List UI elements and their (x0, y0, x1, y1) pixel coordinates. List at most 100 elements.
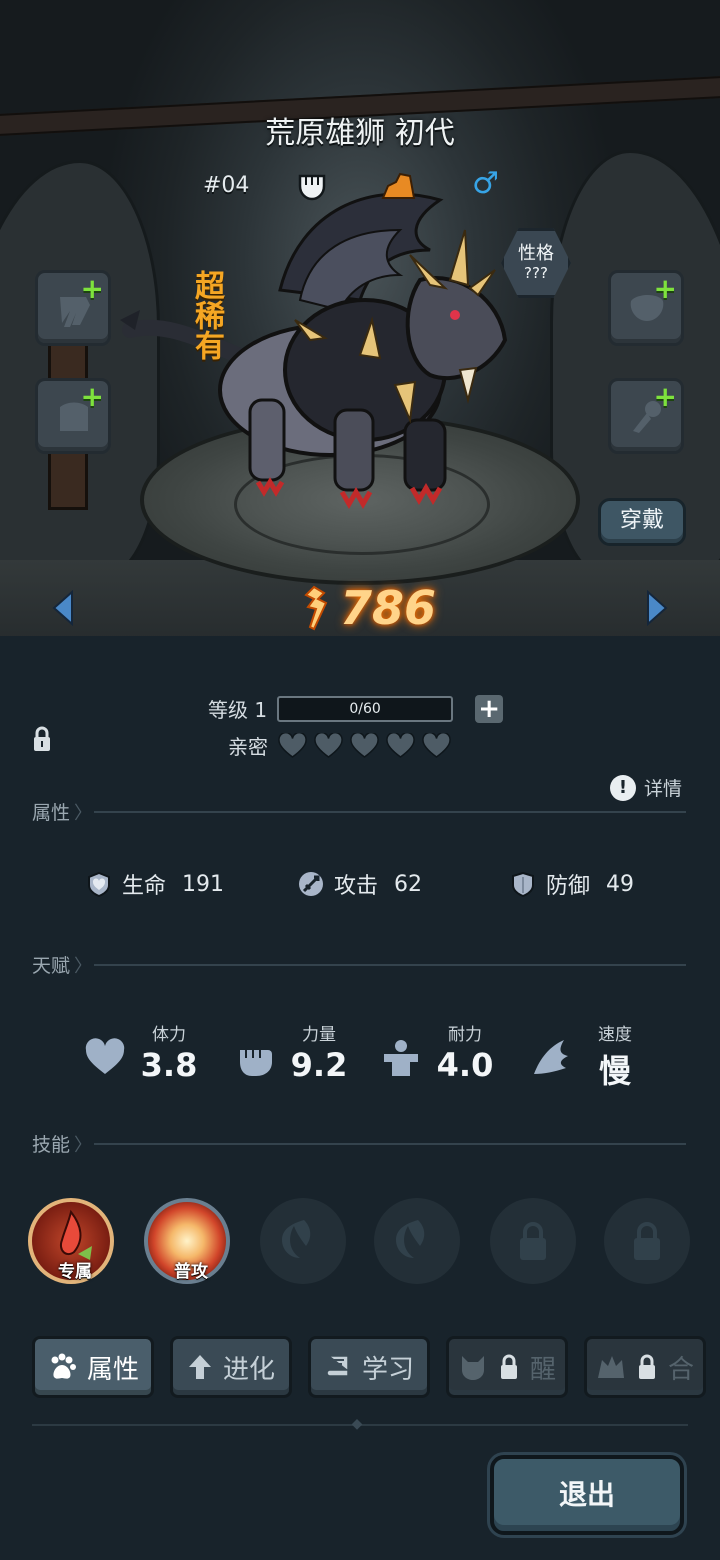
heart-icon (314, 732, 343, 758)
section-attributes: 属性 〉 (32, 798, 686, 825)
bottom-tabs: 属性 进化 学习 醒 合 (32, 1336, 708, 1398)
beast-head-icon (461, 1356, 484, 1380)
skill-slot-empty-1[interactable] (260, 1198, 346, 1284)
equip-plus-icon: + (80, 272, 104, 305)
chevron-right-icon: 〉 (74, 1134, 93, 1156)
xp-bar: 0/60 (277, 695, 454, 722)
tab-evolve-label: 进化 (222, 1354, 275, 1385)
stat-attack-value: 62 (394, 871, 423, 897)
fusion-icon (597, 1356, 624, 1378)
equip-plus-icon: + (80, 380, 104, 413)
equip-slot-claw[interactable]: + (35, 270, 111, 346)
stat-hp-label: 生命 (122, 874, 167, 899)
tab-fuse-locked[interactable]: 合 (584, 1336, 706, 1398)
tab-learn-label: 学习 (361, 1354, 414, 1385)
tab-learn[interactable]: 学习 (308, 1336, 430, 1398)
stat-defense: 防御 49 (510, 868, 634, 900)
talent-endurance-value: 4.0 (436, 1046, 494, 1084)
skill-slot-locked-1[interactable] (490, 1198, 576, 1284)
skill-exclusive[interactable]: 专属 (28, 1198, 114, 1284)
stat-attack: 攻击 62 (298, 868, 422, 900)
talent-speed-value: 慢 (598, 1052, 631, 1090)
sword-icon (299, 872, 323, 896)
paw-icon (51, 1353, 76, 1379)
level-row: 等级 1 0/60 + (208, 694, 504, 723)
talent-strength-label: 力量 (302, 1025, 336, 1045)
arrow-up-icon (188, 1355, 211, 1379)
tab-awaken-locked[interactable]: 醒 (446, 1336, 568, 1398)
shield-icon (512, 871, 534, 897)
intimacy-hearts (278, 732, 451, 759)
talent-stamina-label: 体力 (152, 1025, 186, 1045)
lock-icon[interactable] (32, 725, 52, 753)
equip-slot-armor[interactable]: + (35, 378, 111, 454)
section-skills: 技能 〉 (32, 1130, 686, 1157)
heart-icon (85, 1038, 125, 1074)
tab-awaken-label: 醒 (529, 1354, 556, 1385)
power-icon (304, 585, 328, 631)
heart-icon (422, 732, 451, 758)
section-divider (94, 810, 686, 813)
lock-icon (638, 1354, 655, 1379)
next-pet-arrow-icon[interactable] (644, 590, 670, 626)
talent-speed-label: 速度 (598, 1025, 632, 1045)
rarity-label: 超稀有 (189, 270, 224, 360)
combat-power: 786 (300, 578, 436, 636)
section-talent: 天赋 〉 (32, 951, 686, 978)
combat-power-value: 786 (340, 581, 437, 635)
tab-attributes-label: 属性 (86, 1354, 139, 1385)
details-label: 详情 (644, 778, 683, 800)
section-skills-title: 技能 (32, 1134, 71, 1156)
heart-icon (386, 732, 415, 758)
wear-button[interactable]: 穿戴 (598, 498, 686, 546)
heart-shield-icon (88, 871, 110, 897)
tab-fuse-label: 合 (667, 1354, 694, 1385)
pet-number: #04 (203, 173, 250, 198)
skill-normal-attack-caption: 普攻 (174, 1262, 208, 1282)
heart-icon (350, 732, 379, 758)
lock-icon (520, 1222, 546, 1260)
wing-icon (534, 1040, 568, 1074)
stat-hp-value: 191 (182, 871, 225, 897)
previous-pet-arrow-icon[interactable] (50, 590, 76, 626)
skill-slot-empty-2[interactable] (374, 1198, 460, 1284)
section-talent-title: 天赋 (32, 955, 71, 977)
details-button[interactable]: ! 详情 (610, 774, 682, 801)
personality-label: 性格 (518, 243, 554, 264)
intimacy-label: 亲密 (228, 735, 268, 759)
rock-type-icon (381, 172, 416, 199)
fist-icon (240, 1050, 272, 1076)
section-attributes-title: 属性 (32, 802, 71, 824)
skill-normal-attack[interactable]: 普攻 (144, 1198, 230, 1284)
equip-plus-icon: + (653, 272, 677, 305)
pet-name: 荒原雄狮 初代 (265, 116, 455, 151)
tab-evolve[interactable]: 进化 (170, 1336, 292, 1398)
chevron-right-icon: 〉 (74, 802, 93, 824)
talent-stamina-value: 3.8 (140, 1046, 198, 1084)
skill-exclusive-caption: 专属 (58, 1262, 92, 1282)
info-icon: ! (610, 774, 636, 801)
heart-icon (278, 732, 307, 758)
empty-skill-icon (282, 1220, 311, 1258)
intimacy-row: 亲密 (228, 731, 451, 760)
stat-attack-label: 攻击 (334, 874, 379, 899)
personality-value: ??? (524, 264, 548, 282)
level-up-button[interactable]: + (475, 694, 504, 723)
equip-slot-accessory[interactable]: + (608, 378, 684, 454)
tab-attributes[interactable]: 属性 (32, 1336, 154, 1398)
divider-ornament-icon: ◆ (351, 1416, 363, 1432)
talent-endurance-label: 耐力 (448, 1025, 482, 1045)
section-divider (94, 963, 686, 966)
exit-button[interactable]: 退出 (490, 1455, 684, 1535)
lock-icon (634, 1222, 660, 1260)
stat-defense-value: 49 (606, 871, 635, 897)
stat-defense-label: 防御 (546, 874, 591, 899)
talent-strength-value: 9.2 (290, 1046, 348, 1084)
gender-male-icon: ♂ (472, 166, 499, 201)
lock-icon (500, 1354, 517, 1379)
stat-hp: 生命 191 (86, 868, 224, 900)
skill-slot-locked-2[interactable] (604, 1198, 690, 1284)
equip-plus-icon: + (653, 380, 677, 413)
equip-slot-gauntlet[interactable]: + (608, 270, 684, 346)
pet-lion-illustration (120, 192, 508, 509)
